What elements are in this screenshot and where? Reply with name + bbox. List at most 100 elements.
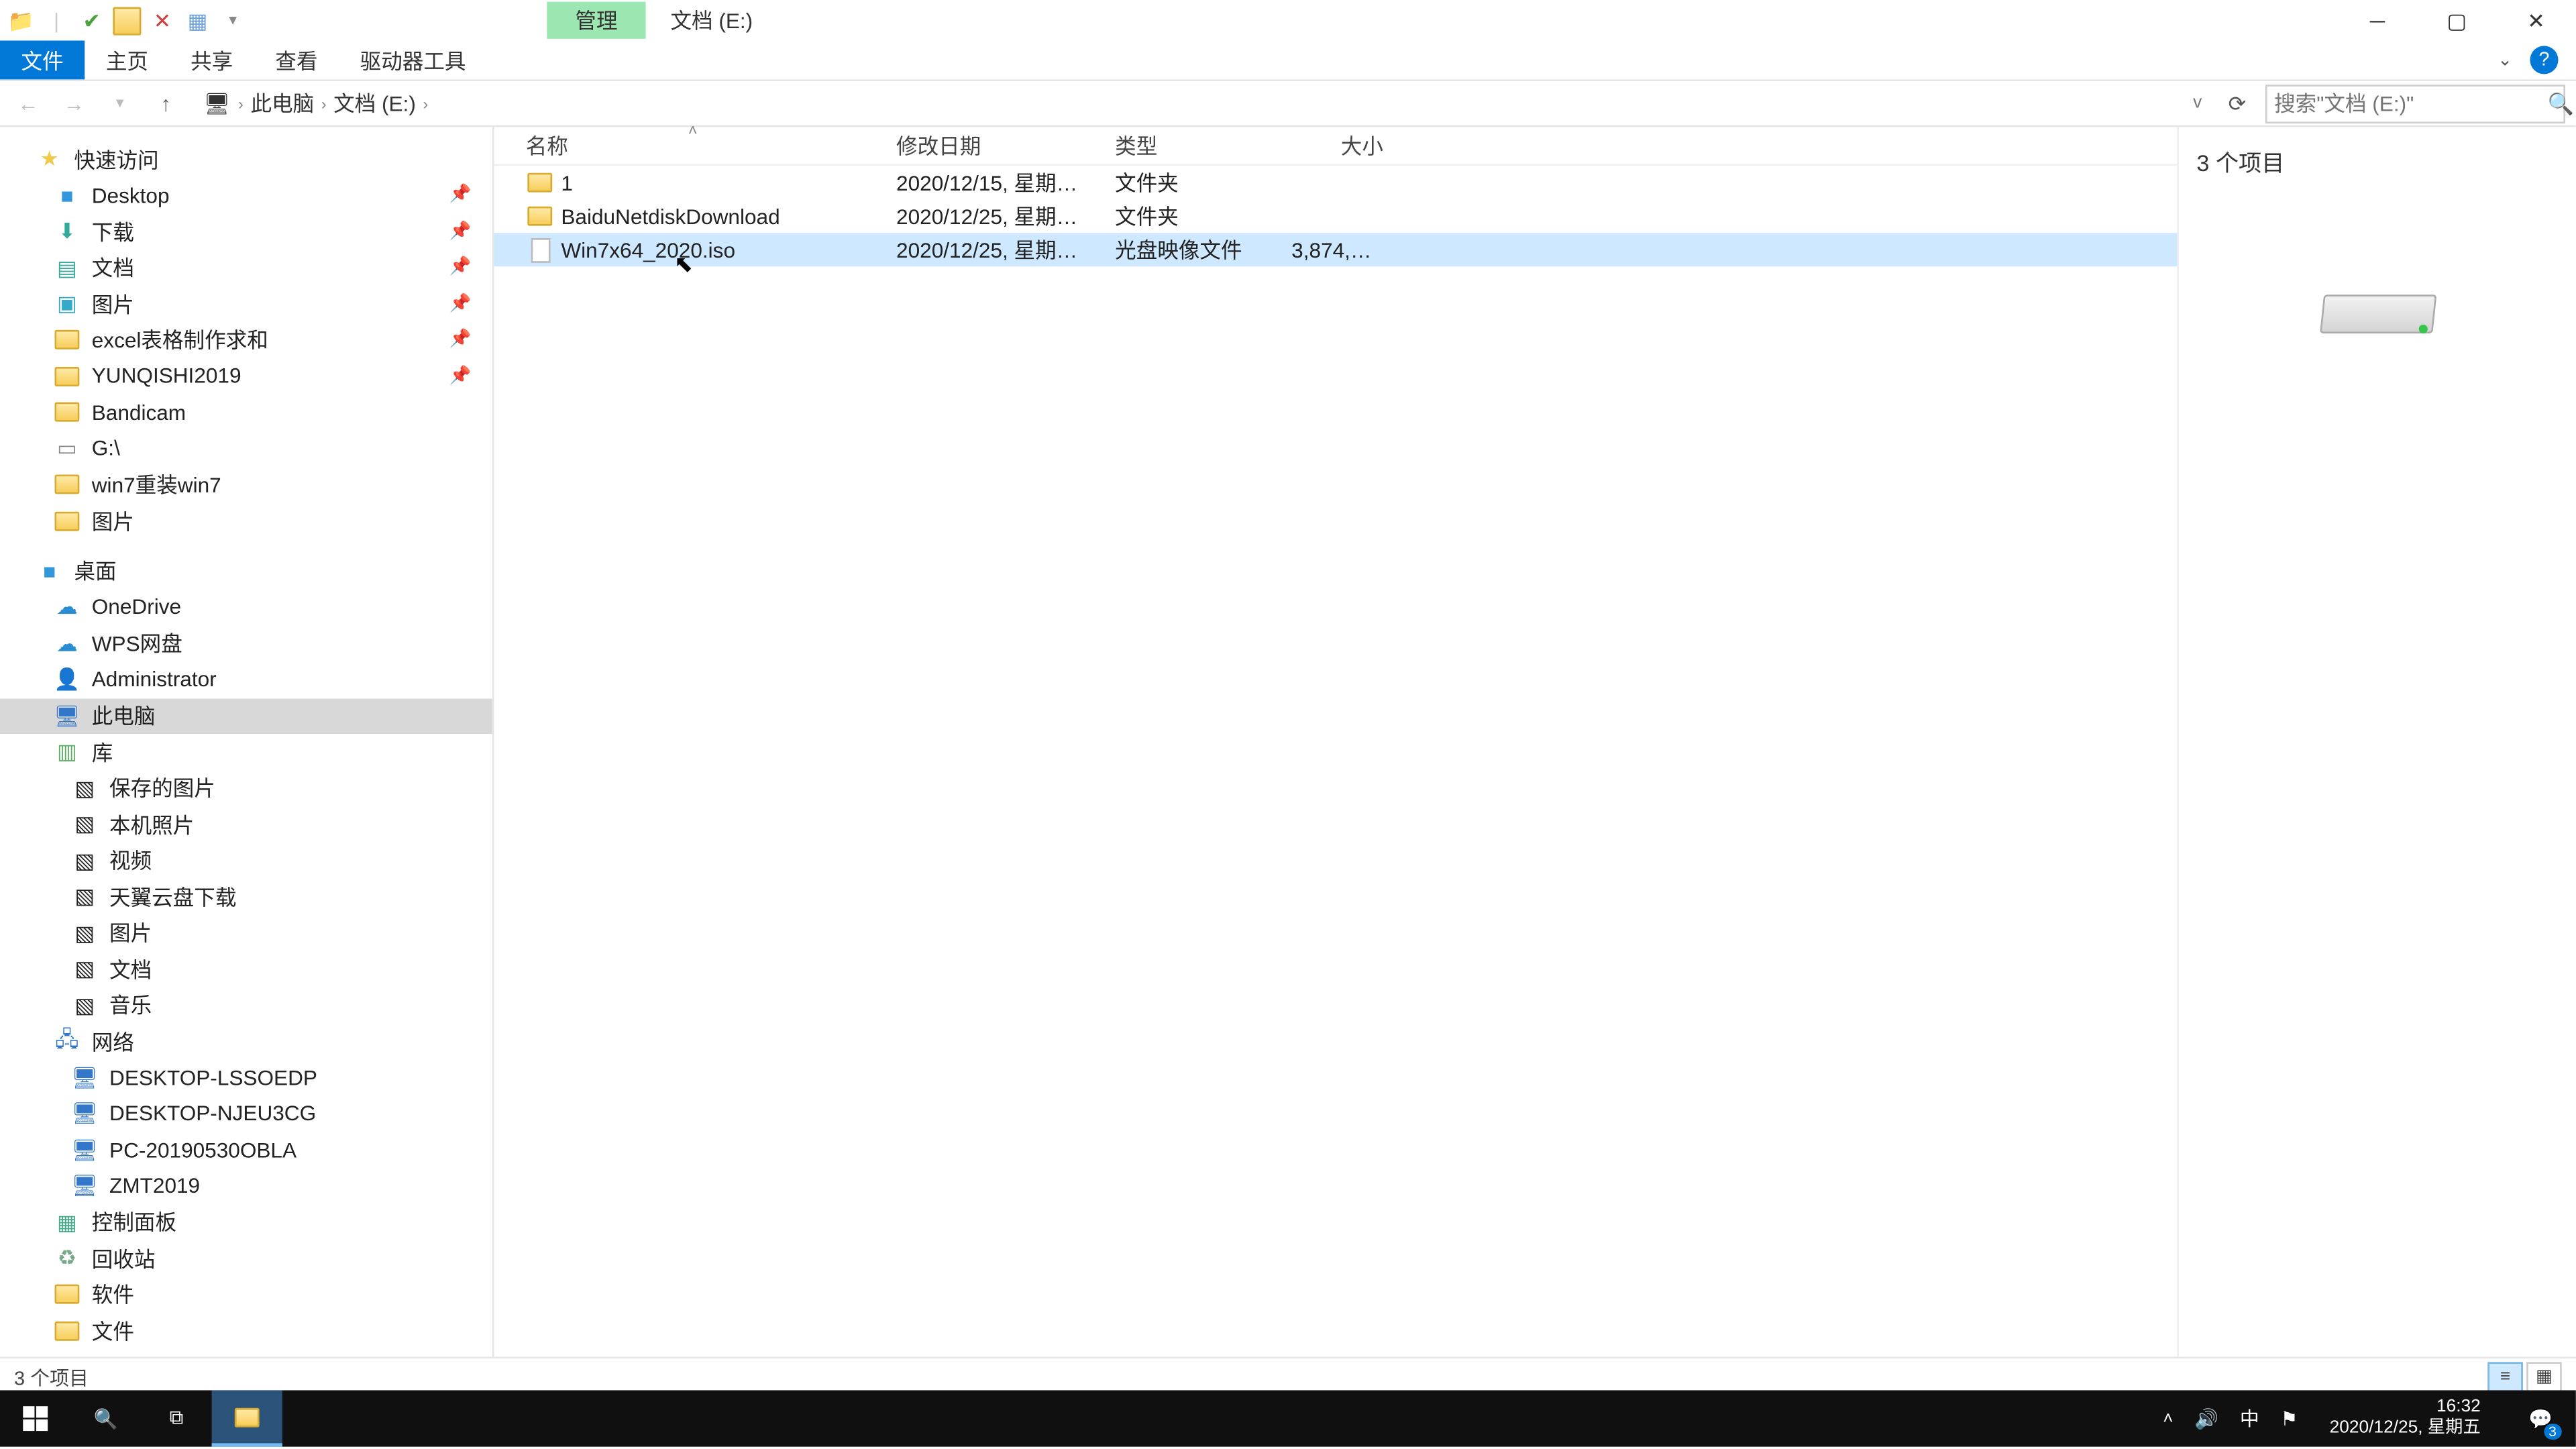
tab-home[interactable]: 主页 [85, 40, 169, 79]
sidebar-item[interactable]: ▧ 本机照片 [0, 806, 492, 843]
ribbon-context-tab[interactable]: 管理 [547, 2, 645, 39]
sidebar-item[interactable]: ▧ 视频 [0, 843, 492, 879]
sidebar-item[interactable]: ♻ 回收站 [0, 1240, 492, 1277]
sidebar-desktop[interactable]: ■桌面 [0, 553, 492, 590]
sidebar-item-label: win7重装win7 [92, 470, 221, 500]
taskbar-clock[interactable]: 16:32 2020/12/25, 星期五 [2319, 1397, 2491, 1440]
qat-dropdown-icon[interactable]: ▾ [219, 6, 247, 34]
refresh-button[interactable]: ⟳ [2220, 91, 2255, 115]
sidebar-item[interactable]: ▭ G:\ [0, 431, 492, 467]
sidebar-item[interactable]: ■ Desktop 📌 [0, 177, 492, 213]
taskbar-search-button[interactable]: 🔍 [70, 1390, 141, 1446]
folder-icon [53, 398, 81, 427]
col-size[interactable]: 大小 [1277, 131, 1397, 161]
sidebar-network-pc[interactable]: 🖥 DESKTOP-NJEU3CG [0, 1095, 492, 1132]
qat-folder-icon[interactable] [113, 6, 141, 34]
file-row[interactable]: 1 2020/12/15, 星期二 1... 文件夹 [494, 166, 2177, 199]
nav-forward-button[interactable]: → [56, 86, 92, 121]
sidebar-item[interactable]: 文件 [0, 1313, 492, 1349]
sidebar-item-label: ZMT2019 [109, 1174, 200, 1199]
sidebar-item[interactable]: win7重装win7 [0, 467, 492, 503]
search-input[interactable] [2274, 91, 2548, 115]
ribbon-expand-icon[interactable]: ⌄ [2498, 50, 2512, 70]
breadcrumb-sep-icon[interactable]: › [235, 95, 247, 112]
library-item-icon: ▧ [70, 774, 99, 802]
pin-icon: 📌 [449, 222, 471, 241]
address-bar: ← → ▾ ↑ 🖥 › 此电脑 › 文档 (E:) › v ⟳ 🔍 [0, 81, 2576, 127]
notification-center-button[interactable]: 💬 3 [2512, 1390, 2569, 1446]
address-dropdown-icon[interactable]: v [2186, 93, 2209, 113]
user-icon: 👤 [53, 665, 81, 694]
search-box[interactable]: 🔍 [2265, 84, 2565, 123]
minimize-button[interactable]: ─ [2338, 0, 2417, 40]
task-view-button[interactable]: ⧉ [141, 1390, 211, 1446]
sidebar-quick-access[interactable]: ★快速访问 [0, 141, 492, 177]
file-list[interactable]: ˄ 名称 修改日期 类型 大小 1 2020/12/15, 星期二 1... 文… [494, 127, 2177, 1356]
tab-share[interactable]: 共享 [170, 40, 254, 79]
sidebar-item-label: 下载 [92, 217, 134, 247]
sidebar-item[interactable]: ☁ WPS网盘 [0, 625, 492, 661]
qat-props-icon[interactable]: ▦ [184, 6, 212, 34]
tray-security-icon[interactable]: ⚑ [2280, 1407, 2298, 1430]
sidebar-network-pc[interactable]: 🖥 ZMT2019 [0, 1168, 492, 1204]
pc-icon: 🖥 [70, 1099, 99, 1128]
sidebar-item[interactable]: 软件 [0, 1277, 492, 1313]
sidebar-item[interactable]: ▧ 文档 [0, 951, 492, 987]
nav-up-button[interactable]: ↑ [148, 86, 184, 121]
sidebar-network-pc[interactable]: 🖥 PC-20190530OBLA [0, 1132, 492, 1168]
sidebar-label: 网络 [92, 1026, 134, 1057]
close-button[interactable]: ✕ [2496, 0, 2575, 40]
sidebar-item[interactable]: ▥ 库 [0, 734, 492, 770]
sidebar-item[interactable]: ⬇ 下载 📌 [0, 213, 492, 250]
tab-view[interactable]: 查看 [254, 40, 339, 79]
view-icons-button[interactable]: ▦ [2526, 1361, 2562, 1393]
tray-ime-icon[interactable]: 中 [2240, 1404, 2259, 1432]
breadcrumb-this-pc[interactable]: 此电脑 [250, 89, 314, 119]
file-type: 文件夹 [1101, 201, 1277, 231]
nav-back-button[interactable]: ← [11, 86, 46, 121]
sidebar-item[interactable]: 图片 [0, 503, 492, 539]
drive-thumbnail [2314, 284, 2440, 347]
sidebar-network[interactable]: 🖧网络 [0, 1023, 492, 1059]
sidebar-item[interactable]: YUNQISHI2019 📌 [0, 358, 492, 394]
tray-overflow-icon[interactable]: ˄ [2163, 1409, 2173, 1428]
sidebar-item[interactable]: ▣ 图片 📌 [0, 286, 492, 322]
tab-drive-tools[interactable]: 驱动器工具 [339, 40, 487, 79]
sidebar-network-pc[interactable]: 🖥 DESKTOP-LSSOEDP [0, 1059, 492, 1095]
cloud-icon: ☁ [53, 629, 81, 657]
file-type: 光盘映像文件 [1101, 235, 1277, 265]
help-icon[interactable]: ? [2530, 46, 2558, 74]
file-row[interactable]: BaiduNetdiskDownload 2020/12/25, 星期五 1..… [494, 199, 2177, 233]
sidebar-item[interactable]: ▧ 音乐 [0, 987, 492, 1023]
file-size: 3,874,126... [1277, 237, 1397, 262]
sidebar-item[interactable]: 👤 Administrator [0, 661, 492, 698]
sidebar-item[interactable]: ▦ 控制面板 [0, 1204, 492, 1240]
sidebar-item[interactable]: Bandicam [0, 394, 492, 431]
sidebar-item-label: 此电脑 [92, 701, 156, 731]
maximize-button[interactable]: ▢ [2417, 0, 2496, 40]
qat-checkbox-icon[interactable]: ✔ [78, 6, 106, 34]
sidebar-item[interactable]: 🖥 此电脑 [0, 698, 492, 734]
tab-file[interactable]: 文件 [0, 40, 85, 79]
qat-close-icon[interactable]: ✕ [148, 6, 176, 34]
start-button[interactable] [0, 1390, 70, 1446]
breadcrumb[interactable]: 🖥 › 此电脑 › 文档 (E:) › [194, 87, 2175, 120]
breadcrumb-sep-icon[interactable]: › [317, 95, 329, 112]
tray-volume-icon[interactable]: 🔊 [2194, 1407, 2218, 1430]
file-row[interactable]: Win7x64_2020.iso 2020/12/25, 星期五 1... 光盘… [494, 233, 2177, 266]
file-type: 文件夹 [1101, 168, 1277, 198]
sidebar-item[interactable]: excel表格制作求和 📌 [0, 322, 492, 358]
search-icon[interactable]: 🔍 [2548, 91, 2574, 115]
taskbar-explorer-button[interactable] [212, 1390, 282, 1446]
sidebar-item[interactable]: ▧ 图片 [0, 915, 492, 951]
breadcrumb-sep-icon[interactable]: › [419, 95, 431, 112]
sidebar-item[interactable]: ▤ 文档 📌 [0, 250, 492, 286]
sidebar-item[interactable]: ☁ OneDrive [0, 589, 492, 625]
nav-recent-dropdown[interactable]: ▾ [103, 86, 138, 121]
sidebar-item[interactable]: ▧ 保存的图片 [0, 770, 492, 806]
col-type[interactable]: 类型 [1101, 131, 1277, 161]
col-date[interactable]: 修改日期 [882, 131, 1101, 161]
breadcrumb-drive[interactable]: 文档 (E:) [333, 89, 416, 119]
view-details-button[interactable]: ≡ [2487, 1361, 2523, 1393]
sidebar-item[interactable]: ▧ 天翼云盘下载 [0, 879, 492, 915]
